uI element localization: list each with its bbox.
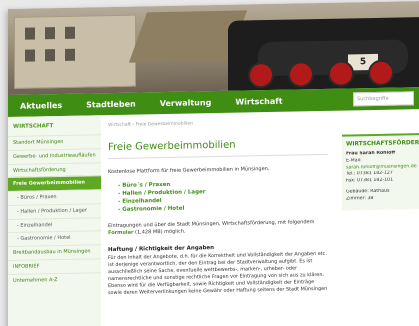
contact-heading: WIRTSCHAFTSFÖRDERUNG <box>346 139 419 148</box>
intro-text: Kostenlose Plattform für freie Gewerbeim… <box>108 165 270 176</box>
contact-room: Zimmer: 38 <box>346 195 374 202</box>
screenshot-stage: 5 Aktuelles Stadtleben Verwaltung Wirtsc… <box>0 0 419 326</box>
formular-link[interactable]: Formular <box>108 230 133 236</box>
steam-locomotive-illustration: 5 <box>228 16 419 91</box>
nav-stadtleben[interactable]: Stadtleben <box>74 99 148 109</box>
search-input[interactable]: Suchbegriffe <box>353 91 414 107</box>
contact-box: WIRTSCHAFTSFÖRDERUNG Frau Sarah Rohloff … <box>342 132 419 211</box>
nav-wirtschaft[interactable]: Wirtschaft <box>223 96 294 106</box>
section-body-haftung: Für den Inhalt der Angebote, d.h. für di… <box>108 251 328 297</box>
category-link-list: Büro´s / Praxen Hallen / Produktion / La… <box>118 179 328 215</box>
sidebar: WIRTSCHAFT Standort Münsingen Gewerbe- u… <box>8 115 101 326</box>
form-paragraph-text: Eintragungen und über die Stadt Münsinge… <box>108 218 315 229</box>
breadcrumb: Wirtschaft › Freie Gewerbeimmobilien <box>108 121 193 129</box>
header-photo: 5 <box>8 0 419 96</box>
form-paragraph-size: (1,428 MB) möglich. <box>133 228 186 236</box>
building-illustration <box>14 14 136 89</box>
nav-verwaltung[interactable]: Verwaltung <box>148 97 224 108</box>
main-content: Wirtschaft › Freie Gewerbeimmobilien Fre… <box>108 111 328 297</box>
sidebar-heading: WIRTSCHAFT <box>13 123 54 130</box>
nav-aktuelles[interactable]: Aktuelles <box>8 100 74 110</box>
page-title: Freie Gewerbeimmobilien <box>108 137 328 160</box>
sidebar-item-unternehmen[interactable]: Unternehmen A-Z <box>8 271 101 288</box>
website-page: 5 Aktuelles Stadtleben Verwaltung Wirtsc… <box>8 0 419 326</box>
form-paragraph: Eintragungen und über die Stadt Münsinge… <box>108 219 328 238</box>
